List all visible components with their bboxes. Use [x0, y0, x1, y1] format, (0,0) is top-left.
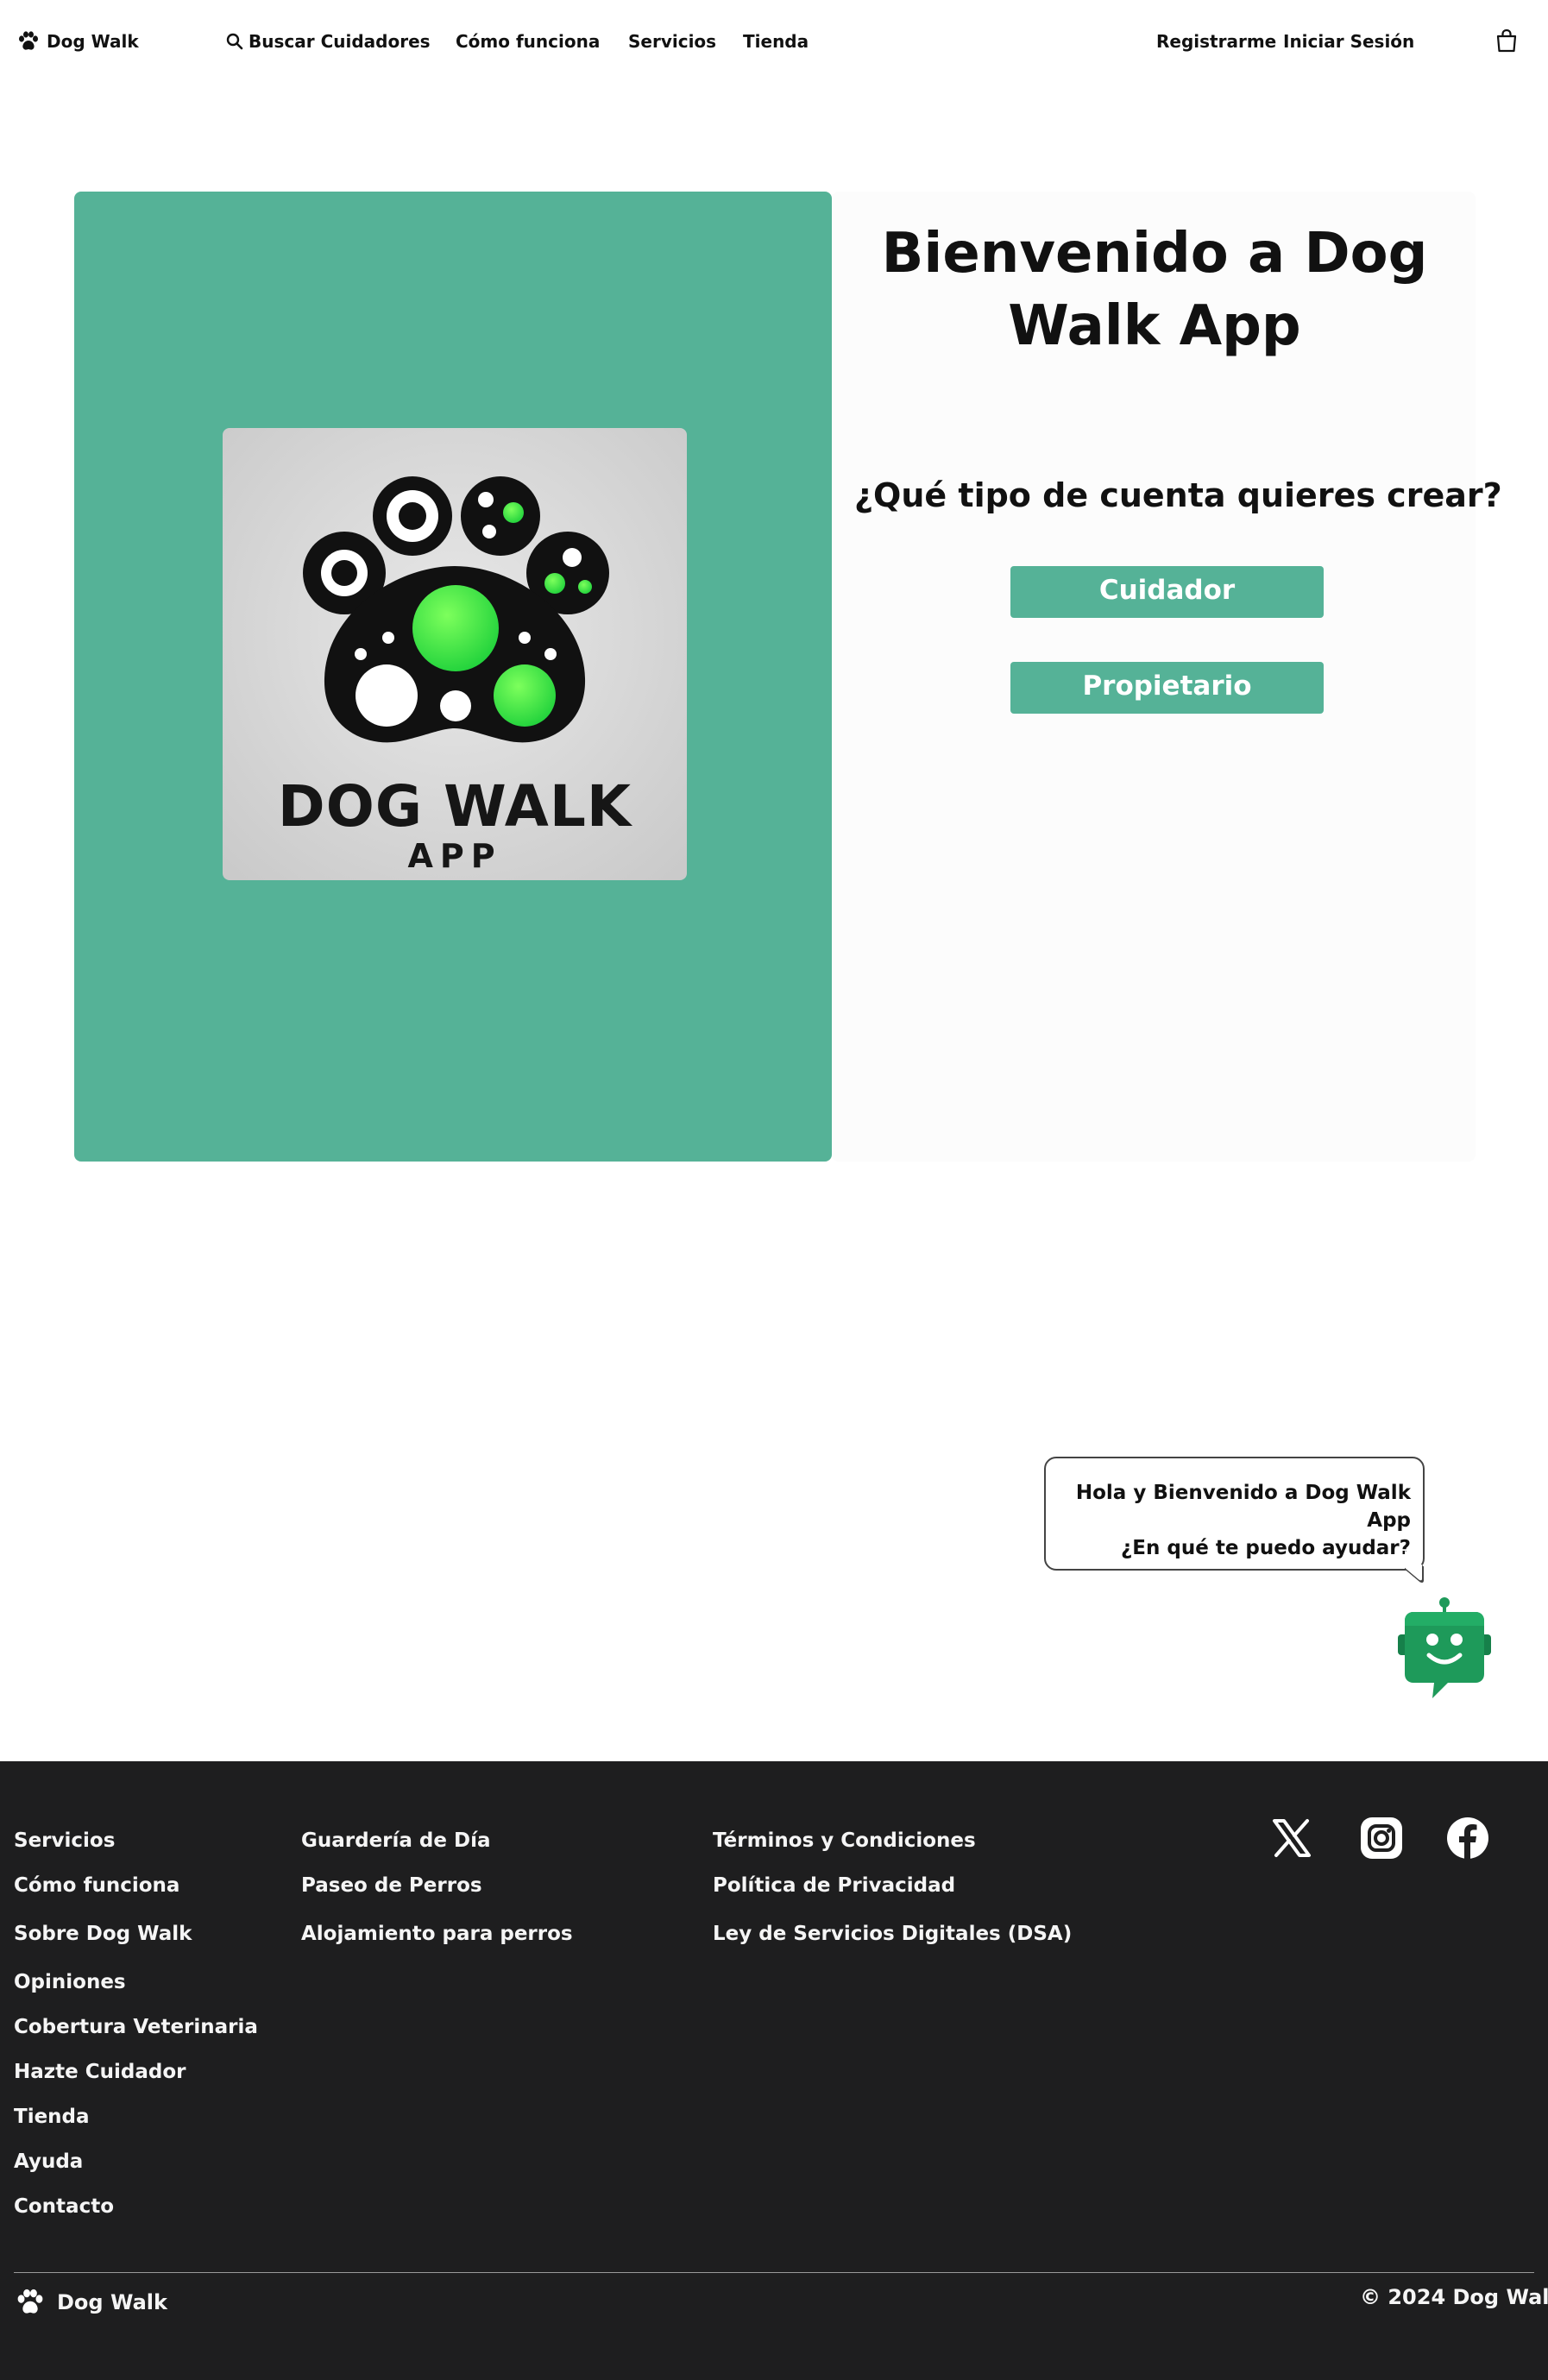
footer-link-hazte-cuidador[interactable]: Hazte Cuidador — [14, 2061, 186, 2083]
chat-greeting: Hola y Bienvenido a Dog Walk App — [1075, 1482, 1411, 1532]
footer — [0, 1761, 1548, 2380]
paw-icon — [19, 31, 38, 50]
footer-link-cobertura[interactable]: Cobertura Veterinaria — [14, 2016, 258, 2038]
brand-link[interactable]: Dog Walk — [17, 31, 139, 52]
facebook-icon — [1447, 1817, 1488, 1859]
owner-button[interactable]: Propietario — [1010, 662, 1324, 714]
shopping-bag-icon — [1496, 28, 1517, 53]
footer-link-sobre[interactable]: Sobre Dog Walk — [14, 1923, 192, 1945]
logo-title: DOG WALK — [277, 773, 632, 840]
search-caregivers-link[interactable]: Buscar Cuidadores — [226, 31, 431, 52]
instagram-icon — [1361, 1817, 1402, 1859]
footer-link-terminos[interactable]: Términos y Condiciones — [713, 1829, 976, 1852]
footer-divider — [14, 2272, 1534, 2273]
footer-brand[interactable]: Dog Walk — [16, 2289, 167, 2316]
x-twitter-link[interactable] — [1269, 1816, 1314, 1861]
logo-subtitle: APP — [407, 837, 502, 875]
footer-link-alojamiento[interactable]: Alojamiento para perros — [301, 1923, 573, 1945]
nav-shop[interactable]: Tienda — [743, 31, 809, 52]
top-nav: Dog Walk Buscar Cuidadores Cómo funciona… — [0, 0, 1548, 86]
footer-link-tienda[interactable]: Tienda — [14, 2106, 90, 2128]
search-caregivers-label: Buscar Cuidadores — [249, 31, 431, 52]
footer-link-como-funciona[interactable]: Cómo funciona — [14, 1874, 179, 1897]
nav-services[interactable]: Servicios — [628, 31, 716, 52]
search-icon — [226, 33, 243, 50]
account-type-question: ¿Qué tipo de cuenta quieres crear? — [854, 476, 1502, 514]
nav-how-it-works[interactable]: Cómo funciona — [456, 31, 600, 52]
chatbot-button[interactable] — [1396, 1596, 1493, 1700]
instagram-link[interactable] — [1359, 1816, 1404, 1861]
chat-bubble: Hola y Bienvenido a Dog Walk App ¿En qué… — [1044, 1457, 1425, 1571]
cart-button[interactable] — [1495, 28, 1518, 57]
caregiver-button[interactable]: Cuidador — [1010, 566, 1324, 618]
x-icon — [1273, 1819, 1311, 1857]
paw-icon — [17, 2289, 43, 2314]
footer-brand-label: Dog Walk — [57, 2290, 167, 2314]
brand-label: Dog Walk — [47, 31, 139, 52]
copyright: © 2024 Dog Walk — [1360, 2285, 1548, 2309]
chat-question: ¿En qué te puedo ayudar? — [1120, 1537, 1411, 1559]
footer-link-guarderia[interactable]: Guardería de Día — [301, 1829, 491, 1852]
footer-link-privacidad[interactable]: Política de Privacidad — [713, 1874, 955, 1897]
footer-link-servicios[interactable]: Servicios — [14, 1829, 115, 1852]
footer-link-opiniones[interactable]: Opiniones — [14, 1971, 126, 1993]
facebook-link[interactable] — [1445, 1816, 1490, 1861]
app-logo: DOG WALK APP — [223, 428, 687, 880]
paw-logo-graphic — [303, 476, 609, 743]
robot-chat-icon — [1398, 1597, 1491, 1698]
login-link[interactable]: Iniciar Sesión — [1283, 31, 1414, 52]
welcome-heading: Bienvenido a Dog Walk App — [881, 222, 1428, 358]
register-link[interactable]: Registrarme — [1156, 31, 1276, 52]
hero-image-panel: DOG WALK APP — [74, 192, 832, 1162]
footer-link-dsa[interactable]: Ley de Servicios Digitales (DSA) — [713, 1923, 1072, 1945]
footer-link-paseo[interactable]: Paseo de Perros — [301, 1874, 482, 1897]
footer-link-ayuda[interactable]: Ayuda — [14, 2150, 83, 2173]
footer-link-contacto[interactable]: Contacto — [14, 2195, 114, 2218]
